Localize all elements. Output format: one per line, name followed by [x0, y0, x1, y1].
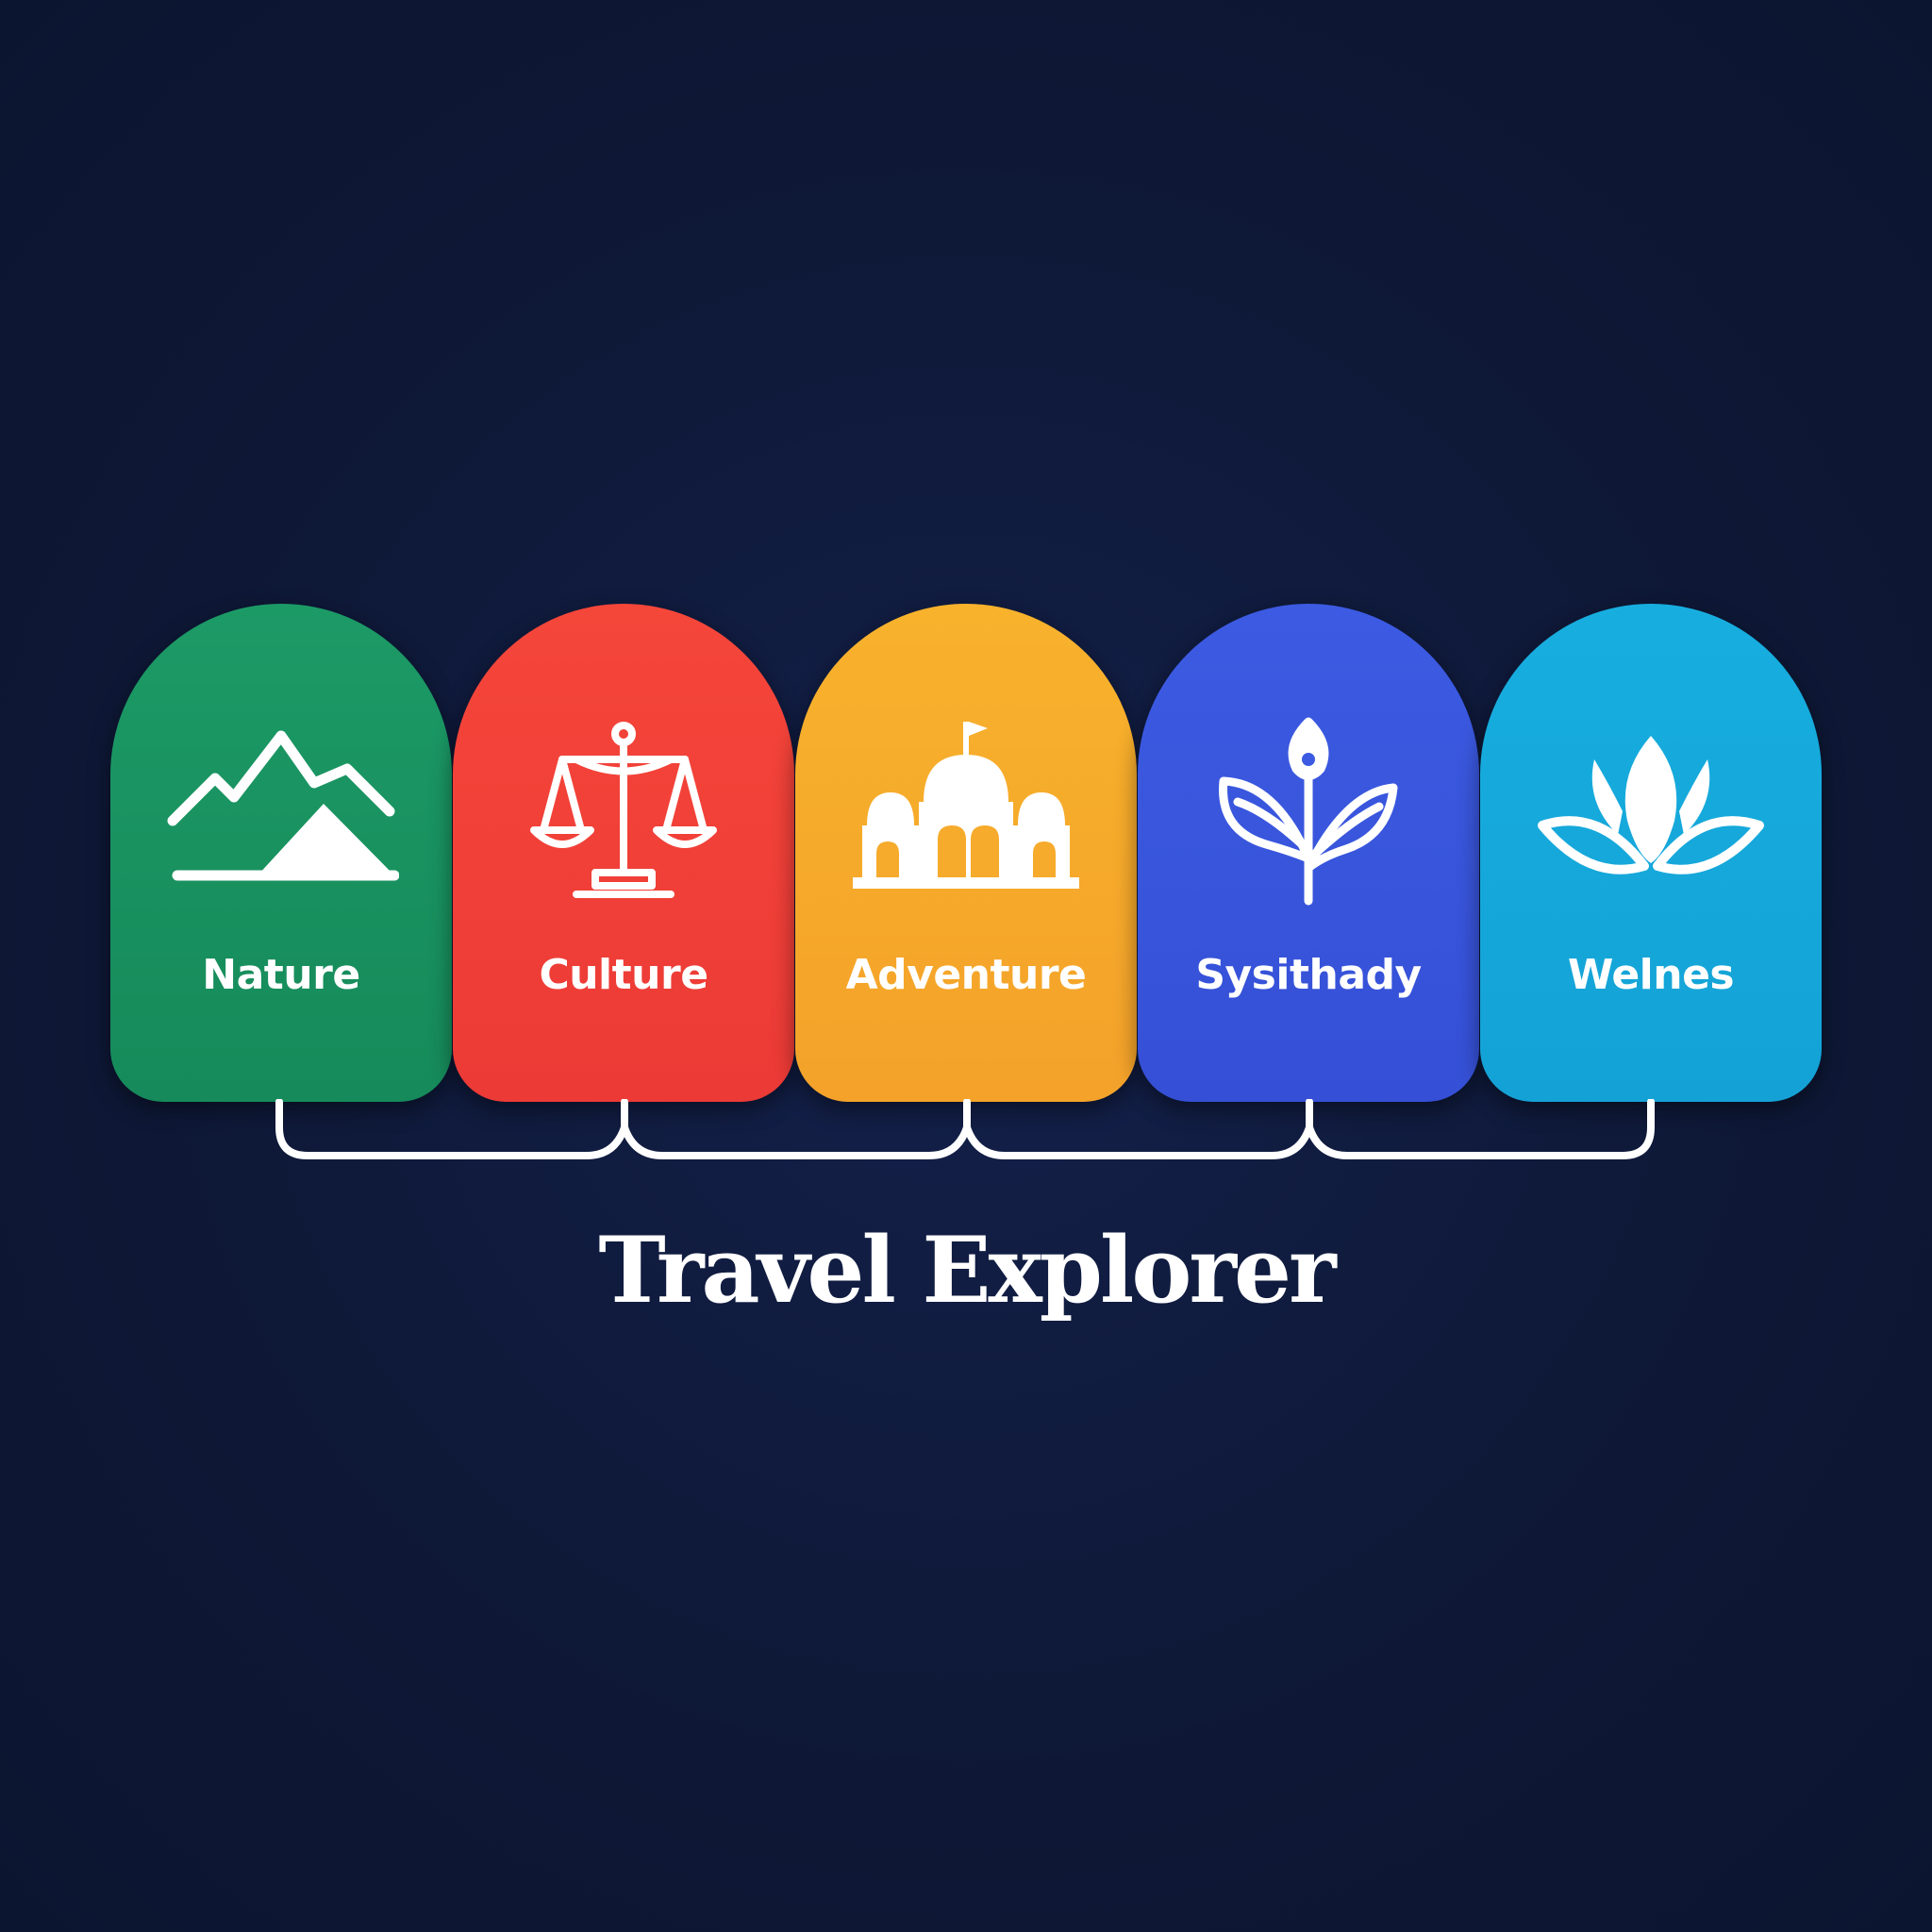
- category-tile-sysithady[interactable]: Sysithady: [1138, 604, 1479, 1102]
- category-tile-adventure[interactable]: Adventure: [795, 604, 1137, 1102]
- category-tile-welnes[interactable]: Welnes: [1480, 604, 1822, 1102]
- page-title: Travel Explorer: [598, 1217, 1336, 1324]
- category-label: Nature: [202, 951, 360, 999]
- domed-building-icon: [848, 717, 1084, 906]
- category-label: Adventure: [845, 951, 1087, 999]
- connector-lines: [275, 1099, 1655, 1159]
- mountain-icon: [163, 717, 399, 906]
- category-label: Sysithady: [1195, 951, 1422, 999]
- sprout-icon: [1191, 717, 1426, 906]
- category-tile-nature[interactable]: Nature: [110, 604, 452, 1102]
- category-row: Nature Culture Adventure Sysithady Welne…: [110, 604, 1822, 1104]
- category-label: Welnes: [1567, 951, 1735, 999]
- category-label: Culture: [539, 951, 708, 999]
- lotus-icon: [1533, 717, 1769, 906]
- scales-icon: [506, 717, 741, 906]
- category-tile-culture[interactable]: Culture: [453, 604, 794, 1102]
